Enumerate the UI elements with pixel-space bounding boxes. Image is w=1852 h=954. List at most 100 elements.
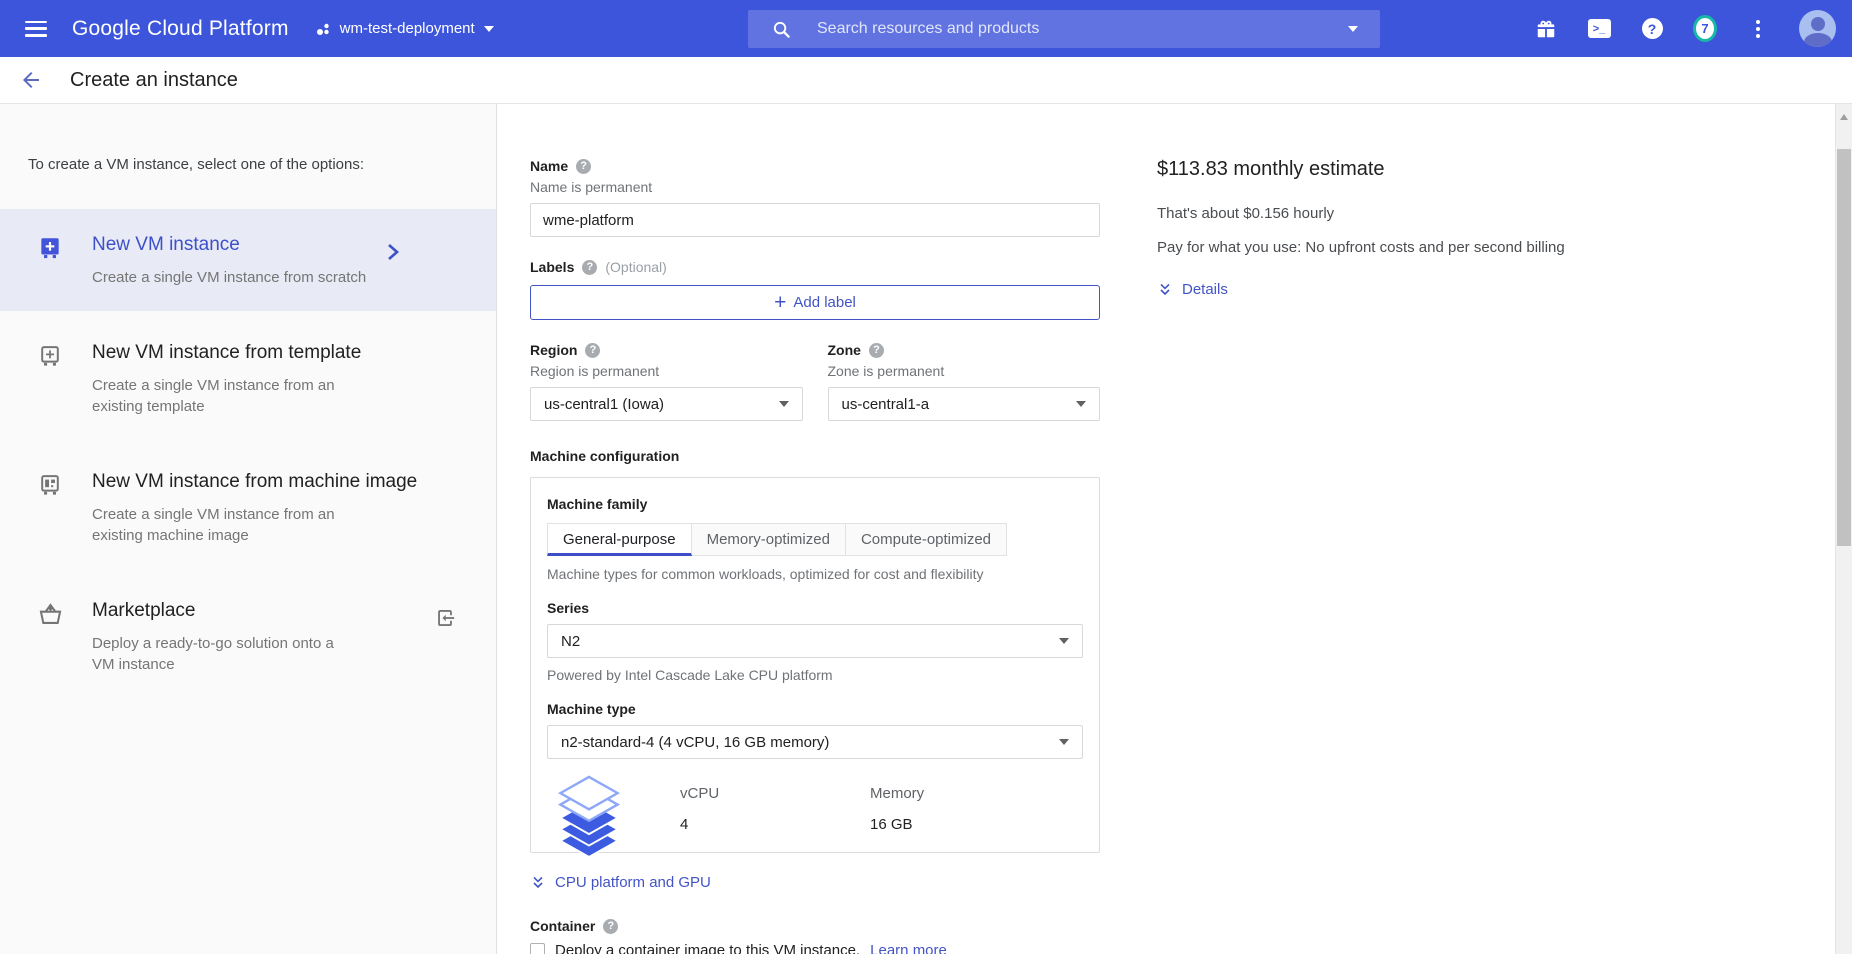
dropdown-caret-icon bbox=[1076, 401, 1086, 407]
layers-icon bbox=[558, 775, 620, 857]
billing-note-text: Pay for what you use: No upfront costs a… bbox=[1157, 239, 1627, 256]
option-description: Create a single VM instance from scratch bbox=[92, 267, 366, 288]
vertical-scrollbar[interactable] bbox=[1835, 104, 1852, 954]
option-description: Deploy a ready-to-go solution onto a VM … bbox=[92, 633, 354, 675]
google-cloud-platform-logo[interactable]: Google Cloud Platform bbox=[72, 17, 289, 41]
name-label: Name bbox=[530, 158, 568, 174]
vm-instance-icon bbox=[37, 232, 92, 288]
search-input[interactable]: Search resources and products bbox=[817, 20, 1039, 38]
create-options-sidebar: To create a VM instance, select one of t… bbox=[0, 104, 497, 954]
series-help-text: Powered by Intel Cascade Lake CPU platfo… bbox=[547, 667, 1083, 683]
help-circle-icon[interactable] bbox=[869, 343, 884, 358]
dropdown-caret-icon bbox=[1059, 638, 1069, 644]
help-circle-icon[interactable] bbox=[576, 159, 591, 174]
name-input[interactable] bbox=[530, 203, 1100, 237]
instance-form: Name Name is permanent Labels (Optional)… bbox=[530, 158, 1100, 954]
dropdown-caret-icon bbox=[779, 401, 789, 407]
machine-image-icon bbox=[37, 469, 92, 546]
avatar[interactable] bbox=[1799, 10, 1836, 47]
chevron-right-icon bbox=[386, 241, 400, 268]
sidebar-item-marketplace[interactable]: Marketplace Deploy a ready-to-go solutio… bbox=[0, 575, 496, 698]
option-title: New VM instance bbox=[92, 232, 366, 257]
cloud-shell-icon[interactable]: >_ bbox=[1587, 17, 1611, 41]
expand-details-icon bbox=[530, 875, 546, 891]
machine-configuration-title: Machine configuration bbox=[530, 448, 1100, 464]
project-name: wm-test-deployment bbox=[340, 20, 475, 37]
page-header: Create an instance bbox=[0, 57, 1852, 104]
series-label: Series bbox=[547, 600, 1083, 616]
memory-value: 16 GB bbox=[870, 816, 1000, 833]
notifications-badge[interactable]: 7 bbox=[1693, 17, 1717, 41]
scrollbar-up-icon[interactable] bbox=[1840, 114, 1848, 120]
labels-label: Labels bbox=[530, 259, 574, 275]
help-circle-icon[interactable] bbox=[585, 343, 600, 358]
option-title: New VM instance from template bbox=[92, 340, 361, 365]
main-content: Name Name is permanent Labels (Optional)… bbox=[497, 104, 1835, 954]
expand-details-icon bbox=[1157, 282, 1173, 298]
scrollbar-thumb[interactable] bbox=[1837, 149, 1851, 546]
help-circle-icon[interactable] bbox=[603, 919, 618, 934]
machine-type-label: Machine type bbox=[547, 701, 1083, 717]
sidebar-intro-text: To create a VM instance, select one of t… bbox=[0, 104, 496, 173]
tab-general-purpose[interactable]: General-purpose bbox=[547, 523, 692, 556]
option-description: Create a single VM instance from an exis… bbox=[92, 375, 354, 417]
learn-more-link[interactable]: Learn more bbox=[870, 942, 947, 954]
name-sublabel: Name is permanent bbox=[530, 179, 1100, 195]
tab-compute-optimized[interactable]: Compute-optimized bbox=[845, 523, 1007, 556]
help-icon[interactable]: ? bbox=[1640, 17, 1664, 41]
zone-select[interactable]: us-central1-a bbox=[828, 387, 1101, 421]
region-select[interactable]: us-central1 (Iowa) bbox=[530, 387, 803, 421]
dropdown-caret-icon bbox=[1059, 739, 1069, 745]
search-caret-icon[interactable] bbox=[1348, 26, 1358, 32]
monthly-estimate-title: $113.83 monthly estimate bbox=[1157, 158, 1627, 181]
search-icon bbox=[772, 20, 791, 39]
project-selector-icon bbox=[315, 21, 331, 37]
create-instance-page: Google Cloud Platform wm-test-deployment… bbox=[0, 0, 1852, 954]
deploy-container-checkbox[interactable] bbox=[530, 943, 545, 954]
machine-configuration-card: Machine family General-purpose Memory-op… bbox=[530, 477, 1100, 853]
details-link[interactable]: Details bbox=[1157, 281, 1627, 298]
external-link-icon bbox=[434, 607, 456, 634]
machine-family-tabs: General-purpose Memory-optimized Compute… bbox=[547, 523, 1083, 556]
add-label-button[interactable]: + Add label bbox=[530, 285, 1100, 320]
project-selector[interactable]: wm-test-deployment bbox=[315, 20, 494, 37]
zone-sublabel: Zone is permanent bbox=[828, 363, 1101, 379]
hourly-estimate-text: That's about $0.156 hourly bbox=[1157, 205, 1627, 222]
container-checkbox-text: Deploy a container image to this VM inst… bbox=[555, 942, 860, 954]
zone-label: Zone bbox=[828, 342, 861, 358]
option-title: Marketplace bbox=[92, 598, 354, 623]
cost-estimate-panel: $113.83 monthly estimate That's about $0… bbox=[1157, 158, 1627, 954]
sidebar-item-new-vm-from-template[interactable]: New VM instance from template Create a s… bbox=[0, 317, 496, 440]
machine-family-label: Machine family bbox=[547, 496, 1083, 512]
vcpu-label: vCPU bbox=[680, 785, 810, 802]
region-label: Region bbox=[530, 342, 577, 358]
region-sublabel: Region is permanent bbox=[530, 363, 803, 379]
vcpu-value: 4 bbox=[680, 816, 810, 833]
vm-template-icon bbox=[37, 340, 92, 417]
gift-icon[interactable] bbox=[1534, 17, 1558, 41]
more-vert-icon[interactable] bbox=[1746, 17, 1770, 41]
option-title: New VM instance from machine image bbox=[92, 469, 417, 494]
hamburger-icon[interactable] bbox=[25, 21, 47, 37]
top-nav-bar: Google Cloud Platform wm-test-deployment… bbox=[0, 0, 1852, 57]
labels-optional: (Optional) bbox=[605, 259, 666, 275]
add-icon: + bbox=[774, 294, 786, 312]
back-arrow-icon[interactable] bbox=[19, 68, 43, 92]
series-select[interactable]: N2 bbox=[547, 624, 1083, 658]
project-caret-icon bbox=[484, 26, 494, 32]
container-label: Container bbox=[530, 918, 595, 934]
topbar-actions: >_ ? 7 bbox=[1534, 0, 1836, 57]
page-title: Create an instance bbox=[70, 69, 238, 92]
tab-memory-optimized[interactable]: Memory-optimized bbox=[691, 523, 846, 556]
sidebar-item-new-vm-from-machine-image[interactable]: New VM instance from machine image Creat… bbox=[0, 446, 496, 569]
cpu-platform-gpu-link[interactable]: CPU platform and GPU bbox=[530, 874, 1100, 891]
search-bar[interactable]: Search resources and products bbox=[748, 10, 1380, 48]
option-description: Create a single VM instance from an exis… bbox=[92, 504, 354, 546]
machine-family-description: Machine types for common workloads, opti… bbox=[547, 566, 1083, 582]
machine-type-select[interactable]: n2-standard-4 (4 vCPU, 16 GB memory) bbox=[547, 725, 1083, 759]
marketplace-icon bbox=[37, 598, 92, 675]
sidebar-item-new-vm-instance[interactable]: New VM instance Create a single VM insta… bbox=[0, 209, 496, 311]
machine-specs: vCPU 4 Memory 16 GB bbox=[547, 759, 1083, 857]
help-circle-icon[interactable] bbox=[582, 260, 597, 275]
memory-label: Memory bbox=[870, 785, 1000, 802]
